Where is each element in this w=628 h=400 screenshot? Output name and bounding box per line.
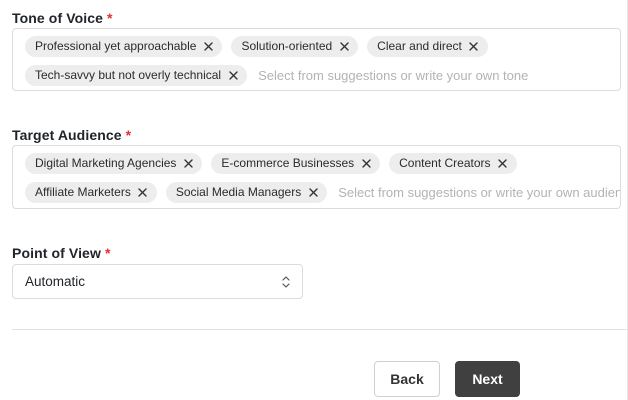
point-of-view-select[interactable]: Automatic <box>12 264 303 299</box>
tag-chip-label: Tech-savvy but not overly technical <box>35 68 222 82</box>
audience-search-input[interactable] <box>336 182 620 202</box>
required-marker: * <box>104 245 111 261</box>
tag-chip: Tech-savvy but not overly technical <box>25 64 248 86</box>
remove-tag-icon[interactable] <box>497 157 509 169</box>
tag-chip: E-commerce Businesses <box>211 152 381 174</box>
target-audience-label-text: Target Audience <box>12 127 122 143</box>
tag-chip-label: Content Creators <box>399 156 491 170</box>
audience-tags-row-2: Affiliate Marketers Social Media Manager… <box>25 181 620 203</box>
tag-chip: Solution-oriented <box>231 35 359 57</box>
remove-tag-icon[interactable] <box>227 69 239 81</box>
tone-of-voice-tag-input[interactable]: Professional yet approachable Solution-o… <box>12 28 621 91</box>
tag-chip: Professional yet approachable <box>25 35 223 57</box>
remove-tag-icon[interactable] <box>468 40 480 52</box>
tone-of-voice-label-text: Tone of Voice <box>12 10 104 26</box>
tone-tags-row-2: Tech-savvy but not overly technical <box>25 64 610 86</box>
tone-search-input[interactable] <box>256 65 610 85</box>
required-marker: * <box>107 10 113 26</box>
tag-chip-label: Clear and direct <box>377 39 462 53</box>
tag-chip-label: E-commerce Businesses <box>221 156 355 170</box>
target-audience-tag-input[interactable]: Digital Marketing Agencies E-commerce Bu… <box>12 145 621 209</box>
tag-chip: Content Creators <box>389 152 517 174</box>
remove-tag-icon[interactable] <box>202 40 214 52</box>
remove-tag-icon[interactable] <box>182 157 194 169</box>
audience-tags-row-1: Digital Marketing Agencies E-commerce Bu… <box>25 152 610 174</box>
next-button[interactable]: Next <box>455 361 520 397</box>
footer-divider <box>12 329 628 330</box>
remove-tag-icon[interactable] <box>360 157 372 169</box>
remove-tag-icon[interactable] <box>338 40 350 52</box>
tag-chip-label: Professional yet approachable <box>35 39 197 53</box>
tag-chip-label: Social Media Managers <box>175 185 302 199</box>
tag-chip: Digital Marketing Agencies <box>25 152 203 174</box>
chevron-up-down-icon <box>281 275 291 289</box>
tag-chip: Social Media Managers <box>165 181 328 203</box>
point-of-view-value: Automatic <box>25 274 86 289</box>
point-of-view-label: Point of View * <box>12 245 111 261</box>
target-audience-label: Target Audience * <box>12 127 131 143</box>
tag-chip: Clear and direct <box>367 35 488 57</box>
remove-tag-icon[interactable] <box>137 186 149 198</box>
tone-tags-row-1: Professional yet approachable Solution-o… <box>25 35 610 57</box>
tag-chip-label: Solution-oriented <box>241 39 333 53</box>
tag-chip: Affiliate Marketers <box>25 181 157 203</box>
remove-tag-icon[interactable] <box>307 186 319 198</box>
point-of-view-label-text: Point of View <box>12 245 101 261</box>
tag-chip-label: Affiliate Marketers <box>35 185 131 199</box>
tone-of-voice-label: Tone of Voice * <box>12 10 113 26</box>
content-form: Tone of Voice * Professional yet approach… <box>0 0 628 400</box>
back-button[interactable]: Back <box>374 361 440 397</box>
tag-chip-label: Digital Marketing Agencies <box>35 156 177 170</box>
required-marker: * <box>125 127 132 143</box>
